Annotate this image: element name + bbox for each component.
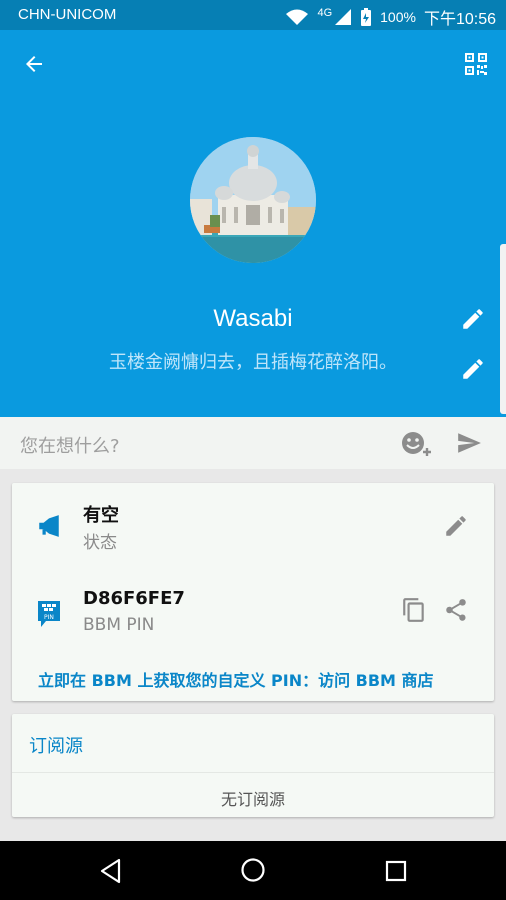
feeds-title[interactable]: 订阅源 [29,732,83,758]
bbm-pin-icon: PIN [38,601,60,627]
edit-motto-pencil-icon[interactable] [460,356,486,382]
post-placeholder[interactable]: 您在想什么? [20,432,120,458]
avatar-image [190,137,316,263]
qr-code-icon[interactable] [464,52,488,76]
pin-value: D86F6FE7 [83,588,185,609]
battery-icon [361,8,372,26]
carrier-label: CHN-UNICOM [18,6,117,23]
battery-level: 100% [380,9,416,25]
send-icon[interactable] [454,430,484,456]
profile-motto: 玉楼金阙慵归去，且插梅花醉洛阳。 [109,352,397,373]
profile-name: Wasabi [213,305,293,332]
profile-info-card: 有空 状态 PIN D86F6FE7 BBM PIN 立即在 BBM 上获取您的… [12,483,494,701]
status-label: 状态 [83,533,117,553]
custom-pin-store-link[interactable]: 立即在 BBM 上获取您的自定义 PIN：访问 BBM 商店 [38,667,434,691]
avatar[interactable] [190,137,316,263]
nav-home-icon[interactable] [240,857,266,883]
network-type-label: 4G [317,7,333,19]
clock: 下午10:56 [423,11,496,28]
feeds-empty-label: 无订阅源 [220,790,285,809]
pin-icon-text: PIN [44,614,54,621]
profile-header: Wasabi 玉楼金阙慵归去，且插梅花醉洛阳。 [0,30,506,417]
nav-back-icon[interactable] [99,858,123,884]
pin-label: BBM PIN [83,615,155,635]
megaphone-icon [39,515,59,537]
signal-icon [335,9,352,25]
system-nav-bar [0,841,506,900]
status-post-bar[interactable]: 您在想什么? [0,417,506,469]
status-bar: CHN-UNICOM 4G 100% 下午10:56 [0,0,506,30]
nav-recents-icon[interactable] [385,860,407,882]
edge-handle[interactable] [500,244,506,414]
back-arrow-icon[interactable] [22,52,46,76]
share-icon[interactable] [443,597,469,623]
feeds-card: 订阅源 无订阅源 [12,714,494,817]
emoji-add-icon[interactable] [400,430,434,458]
status-title: 有空 [83,505,119,526]
wifi-icon [286,9,309,25]
edit-name-pencil-icon[interactable] [460,306,486,332]
divider [12,772,494,773]
edit-status-pencil-icon[interactable] [443,513,469,539]
copy-icon[interactable] [401,597,427,623]
